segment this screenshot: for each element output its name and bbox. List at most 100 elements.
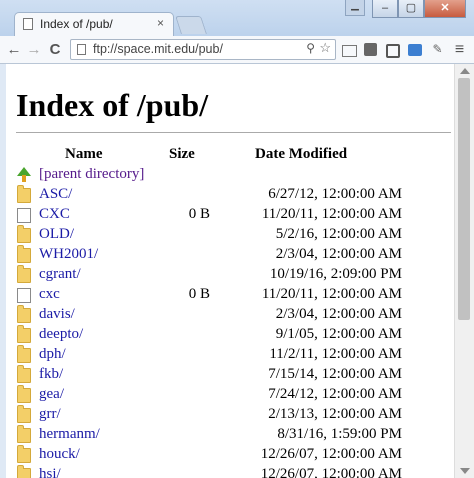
file-date-modified: 2/13/13, 12:00:00 AM xyxy=(268,406,402,422)
file-name-link[interactable]: hsi/ xyxy=(39,466,61,478)
file-name-link[interactable]: davis/ xyxy=(39,306,75,323)
tab-close-icon[interactable]: × xyxy=(157,16,164,30)
file-row: grr/2/13/13, 12:00:00 AM xyxy=(6,405,454,426)
file-row: deepto/9/1/05, 12:00:00 AM xyxy=(6,325,454,346)
title-bar: Index of /pub/ × ▁ – ▢ ✕ xyxy=(0,0,474,36)
divider xyxy=(16,132,451,133)
file-date-modified: 7/24/12, 12:00:00 AM xyxy=(268,386,402,402)
browser-toolbar: ← → C ftp://space.mit.edu/pub/ ⚲ ☆ ✎ ≡ xyxy=(0,36,474,64)
file-date-modified: 12/26/07, 12:00:00 AM xyxy=(260,446,402,462)
parent-directory-link[interactable]: [parent directory] xyxy=(39,166,144,183)
file-row: fkb/7/15/14, 12:00:00 AM xyxy=(6,365,454,386)
file-name-link[interactable]: hermanm/ xyxy=(39,426,100,443)
cast-icon[interactable] xyxy=(342,45,357,57)
minimize-button[interactable]: – xyxy=(372,0,398,18)
file-date-modified: 2/3/04, 12:00:00 AM xyxy=(275,306,402,322)
file-name-link[interactable]: fkb/ xyxy=(39,366,63,383)
column-header-date[interactable]: Date Modified xyxy=(255,146,347,163)
back-arrow-icon[interactable]: ← xyxy=(4,40,24,60)
folder-icon xyxy=(17,445,31,463)
folder-icon xyxy=(17,365,31,383)
file-row: hsi/12/26/07, 12:00:00 AM xyxy=(6,465,454,478)
file-date-modified: 10/19/16, 2:09:00 PM xyxy=(269,266,402,282)
folder-icon xyxy=(17,405,31,423)
file-size: 0 B xyxy=(188,286,210,302)
file-name-link[interactable]: gea/ xyxy=(39,386,64,403)
file-icon xyxy=(17,288,31,303)
file-date-modified: 11/20/11, 12:00:00 AM xyxy=(261,206,402,222)
file-name-link[interactable]: WH2001/ xyxy=(39,246,98,263)
file-date-modified: 11/20/11, 12:00:00 AM xyxy=(261,286,402,302)
file-row: dph/11/2/11, 12:00:00 AM xyxy=(6,345,454,366)
folder-icon xyxy=(17,345,31,363)
zoom-icon[interactable]: ⚲ xyxy=(306,41,315,55)
reload-icon[interactable]: C xyxy=(45,40,65,60)
file-name-link[interactable]: ASC/ xyxy=(39,186,72,203)
file-name-link[interactable]: houck/ xyxy=(39,446,80,463)
scroll-down-arrow-icon[interactable] xyxy=(460,468,470,474)
folder-icon xyxy=(17,185,31,203)
extension-icon[interactable] xyxy=(386,44,400,58)
window-controls: – ▢ ✕ xyxy=(372,0,466,20)
tab-active[interactable]: Index of /pub/ × xyxy=(14,12,174,36)
folder-icon xyxy=(17,465,31,478)
file-row: hermanm/8/31/16, 1:59:00 PM xyxy=(6,425,454,446)
folder-icon xyxy=(17,305,31,323)
file-date-modified: 2/3/04, 12:00:00 AM xyxy=(275,246,402,262)
file-row: cgrant/10/19/16, 2:09:00 PM xyxy=(6,265,454,286)
file-row: houck/12/26/07, 12:00:00 AM xyxy=(6,445,454,466)
file-name-link[interactable]: grr/ xyxy=(39,406,61,423)
file-row: gea/7/24/12, 12:00:00 AM xyxy=(6,385,454,406)
maximize-button[interactable]: ▢ xyxy=(398,0,424,18)
column-header-size[interactable]: Size xyxy=(169,146,195,163)
folder-icon xyxy=(17,225,31,243)
column-header-name[interactable]: Name xyxy=(65,146,103,163)
file-date-modified: 11/2/11, 12:00:00 AM xyxy=(269,346,402,362)
pencil-icon[interactable]: ✎ xyxy=(430,42,445,57)
file-row: OLD/5/2/16, 12:00:00 AM xyxy=(6,225,454,246)
folder-icon xyxy=(17,265,31,283)
extension-icon[interactable] xyxy=(408,44,422,56)
folder-icon xyxy=(17,325,31,343)
menu-icon[interactable]: ≡ xyxy=(452,42,467,58)
user-profile-icon[interactable]: ▁ xyxy=(345,0,365,16)
file-date-modified: 12/26/07, 12:00:00 AM xyxy=(260,466,402,478)
up-arrow-icon xyxy=(17,167,31,182)
file-date-modified: 5/2/16, 12:00:00 AM xyxy=(275,226,402,242)
file-date-modified: 6/27/12, 12:00:00 AM xyxy=(268,186,402,202)
file-row: ASC/6/27/12, 12:00:00 AM xyxy=(6,185,454,206)
scroll-up-arrow-icon[interactable] xyxy=(460,68,470,74)
close-button[interactable]: ✕ xyxy=(424,0,466,18)
file-name-link[interactable]: cxc xyxy=(39,286,60,303)
page-icon xyxy=(77,44,86,55)
scrollbar-thumb[interactable] xyxy=(458,78,470,320)
new-tab-button[interactable] xyxy=(175,16,207,34)
file-date-modified: 8/31/16, 1:59:00 PM xyxy=(277,426,402,442)
file-row: [parent directory] xyxy=(6,166,454,186)
file-icon xyxy=(17,208,31,223)
page-icon xyxy=(23,18,33,30)
extension-icon[interactable] xyxy=(364,43,377,56)
file-name-link[interactable]: cgrant/ xyxy=(39,266,81,283)
file-row: cxc 0 B 11/20/11, 12:00:00 AM xyxy=(6,286,454,306)
address-bar-url[interactable]: ftp://space.mit.edu/pub/ xyxy=(93,42,223,56)
tab-title: Index of /pub/ xyxy=(40,17,113,31)
page-title: Index of /pub/ xyxy=(16,87,209,123)
address-bar[interactable]: ftp://space.mit.edu/pub/ ⚲ ☆ xyxy=(70,39,336,60)
file-row: davis/2/3/04, 12:00:00 AM xyxy=(6,305,454,326)
folder-icon xyxy=(17,385,31,403)
file-row: WH2001/2/3/04, 12:00:00 AM xyxy=(6,245,454,266)
file-size: 0 B xyxy=(188,206,210,222)
file-name-link[interactable]: deepto/ xyxy=(39,326,83,343)
page-content: Index of /pub/ Name Size Date Modified [… xyxy=(6,64,454,478)
folder-icon xyxy=(17,425,31,443)
file-name-link[interactable]: dph/ xyxy=(39,346,66,363)
file-name-link[interactable]: OLD/ xyxy=(39,226,74,243)
file-name-link[interactable]: CXC xyxy=(39,206,70,223)
folder-icon xyxy=(17,245,31,263)
file-date-modified: 7/15/14, 12:00:00 AM xyxy=(268,366,402,382)
vertical-scrollbar[interactable] xyxy=(454,64,474,478)
bookmark-star-icon[interactable]: ☆ xyxy=(319,40,331,56)
forward-arrow-icon[interactable]: → xyxy=(24,40,44,60)
file-date-modified: 9/1/05, 12:00:00 AM xyxy=(275,326,402,342)
